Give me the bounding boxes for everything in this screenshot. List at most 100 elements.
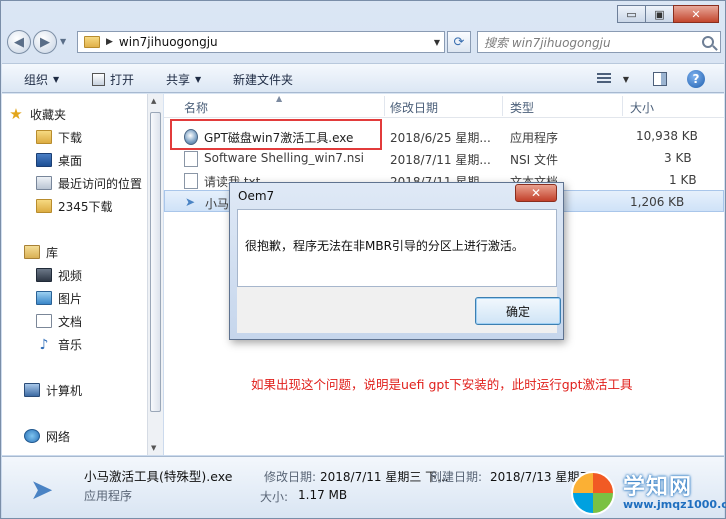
navigation-pane: ★ 收藏夹 下载 桌面 最近访问的位置 2345下载 库 视频 图片 文档 ♪ 音乐 (2, 94, 147, 455)
sidebar-item-label: 文档 (58, 314, 83, 329)
sidebar-item-label: 网络 (46, 429, 71, 444)
help-icon: ? (687, 70, 705, 88)
watermark-title: 学知网 (623, 475, 693, 500)
address-dropdown-icon[interactable]: ▼ (434, 38, 440, 47)
forward-button[interactable]: ▶ (33, 30, 57, 54)
close-button[interactable]: ✕ (673, 5, 719, 23)
sidebar-item-recent-places[interactable]: 最近访问的位置 (36, 173, 142, 193)
sidebar-item-network[interactable]: 网络 (24, 426, 70, 446)
search-input[interactable]: 搜索 win7jihuogongju (484, 34, 611, 51)
open-button[interactable]: 打开 (92, 71, 134, 88)
sidebar-item-label: 计算机 (46, 383, 83, 398)
column-header-size[interactable]: 大小 (630, 99, 654, 116)
share-label: 共享 (166, 73, 191, 87)
dialog-message: 很抱歉，程序无法在非MBR引导的分区上进行激活。 (245, 239, 524, 253)
sidebar-item-label: 图片 (58, 291, 83, 306)
documents-icon (36, 314, 52, 328)
music-icon: ♪ (39, 337, 49, 353)
arrow-left-icon: ◀ (14, 34, 24, 50)
explorer-window: ▭ ▣ ✕ ◀ ▶ ▼ ▶ win7jihuogongju ▼ ⟳ 搜索 win… (0, 0, 726, 519)
navigation-scrollbar[interactable]: ▲ ▼ (147, 94, 163, 455)
command-bar: 组织 ▼ 打开 共享 ▼ 新建文件夹 ▼ ? (2, 63, 724, 93)
sidebar-item-computer[interactable]: 计算机 (24, 380, 82, 400)
column-header-type[interactable]: 类型 (510, 99, 534, 116)
history-dropdown-icon[interactable]: ▼ (60, 37, 66, 46)
file-size: 1,206 KB (630, 195, 685, 209)
network-icon (24, 429, 40, 443)
video-icon (36, 268, 52, 282)
chevron-down-icon: ▼ (195, 75, 202, 84)
preview-pane-button[interactable] (650, 69, 670, 89)
breadcrumb-path[interactable]: win7jihuogongju (119, 35, 218, 49)
sidebar-item-downloads[interactable]: 下载 (36, 127, 82, 147)
help-button[interactable]: ? (686, 69, 706, 89)
column-divider[interactable] (622, 96, 623, 116)
sidebar-item-favorites[interactable]: ★ 收藏夹 (8, 104, 66, 124)
paper-plane-icon: ➤ (185, 195, 196, 209)
refresh-button[interactable]: ⟳ (447, 31, 471, 53)
sidebar-item-label: 音乐 (58, 337, 83, 352)
address-bar[interactable]: ▶ win7jihuogongju ▼ (77, 31, 445, 53)
view-dropdown-icon[interactable]: ▼ (616, 69, 636, 89)
chevron-down-icon: ▼ (53, 75, 60, 84)
preview-pane-icon (653, 72, 667, 86)
file-size: 3 KB (664, 151, 692, 165)
watermark-logo-icon (571, 471, 615, 515)
sidebar-item-pictures[interactable]: 图片 (36, 288, 82, 308)
dialog-footer: 确定 (237, 287, 561, 333)
dialog-title: Oem7 (238, 189, 275, 203)
folder-icon (36, 199, 52, 213)
sidebar-item-music[interactable]: ♪ 音乐 (36, 334, 82, 354)
file-size: 10,938 KB (636, 129, 698, 143)
sidebar-item-label: 2345下载 (58, 199, 113, 214)
search-box[interactable]: 搜索 win7jihuogongju (477, 31, 721, 53)
watermark-url: www.jmqz1000.com (623, 498, 726, 511)
star-icon: ★ (9, 105, 23, 123)
column-divider[interactable] (384, 96, 385, 116)
breadcrumb-chevron-icon[interactable]: ▶ (106, 37, 113, 47)
file-name: Software Shelling_win7.nsi (204, 151, 364, 165)
dialog-body: 很抱歉，程序无法在非MBR引导的分区上进行激活。 (237, 209, 557, 287)
details-size-value: 1.17 MB (298, 488, 348, 502)
sidebar-item-2345-downloads[interactable]: 2345下载 (36, 196, 113, 216)
back-button[interactable]: ◀ (7, 30, 31, 54)
arrow-right-icon: ▶ (40, 34, 50, 50)
column-header-name[interactable]: 名称 (184, 99, 208, 116)
maximize-button[interactable]: ▣ (645, 5, 674, 23)
sidebar-item-label: 下载 (58, 130, 83, 145)
sidebar-item-desktop[interactable]: 桌面 (36, 150, 82, 170)
dialog-close-button[interactable]: ✕ (515, 184, 557, 202)
navigation-row: ◀ ▶ ▼ ▶ win7jihuogongju ▼ ⟳ 搜索 win7jihuo… (7, 29, 721, 57)
view-list-icon (597, 73, 611, 85)
annotation-text: 如果出现这个问题，说明是uefi gpt下安装的，此时运行gpt激活工具 (251, 377, 633, 392)
file-date: 2018/6/25 星期... (390, 131, 491, 145)
caption-buttons: ▭ ▣ ✕ (617, 5, 719, 23)
sidebar-item-libraries[interactable]: 库 (24, 242, 58, 262)
pictures-icon (36, 291, 52, 305)
file-type: NSI 文件 (510, 153, 558, 167)
sidebar-item-label: 收藏夹 (30, 107, 67, 122)
ok-button[interactable]: 确定 (475, 297, 561, 325)
sidebar-item-documents[interactable]: 文档 (36, 311, 82, 331)
organize-label: 组织 (24, 73, 49, 87)
share-button[interactable]: 共享 ▼ (166, 71, 201, 88)
scroll-down-icon[interactable]: ▼ (151, 444, 156, 452)
library-icon (24, 245, 40, 259)
scrollbar-thumb[interactable] (150, 112, 161, 412)
minimize-button[interactable]: ▭ (617, 5, 646, 23)
column-header-row: ▲ 名称 修改日期 类型 大小 (164, 94, 724, 118)
table-row[interactable]: Software Shelling_win7.nsi 2018/7/11 星期.… (164, 147, 724, 169)
sidebar-item-label: 桌面 (58, 153, 83, 168)
details-file-name: 小马激活工具(特殊型).exe (84, 469, 233, 484)
column-divider[interactable] (502, 96, 503, 116)
details-modified-label: 修改日期: (264, 470, 317, 484)
scroll-up-icon[interactable]: ▲ (151, 97, 156, 105)
organize-button[interactable]: 组织 ▼ (24, 71, 59, 88)
sidebar-item-videos[interactable]: 视频 (36, 265, 82, 285)
text-file-icon (184, 173, 198, 189)
new-folder-button[interactable]: 新建文件夹 (233, 71, 293, 88)
recent-places-icon (36, 176, 52, 190)
column-header-date[interactable]: 修改日期 (390, 99, 438, 116)
change-view-button[interactable] (594, 69, 614, 89)
file-name: 小马 (205, 197, 230, 211)
